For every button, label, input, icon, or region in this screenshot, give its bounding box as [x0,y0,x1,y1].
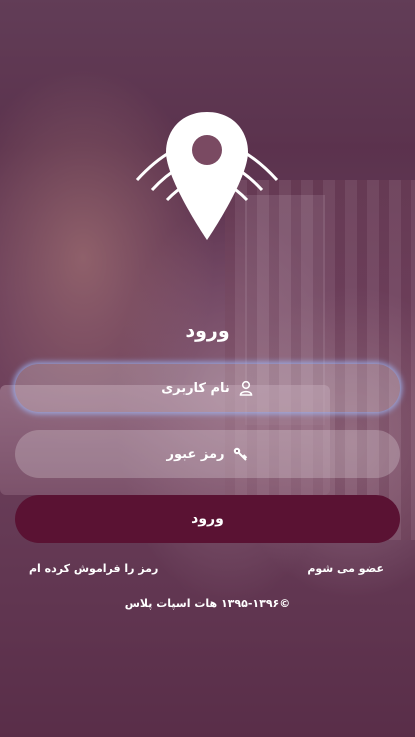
page-title: ورود [185,320,230,342]
location-pin-wifi-logo [135,112,279,240]
username-field[interactable]: نام کاربری [15,364,400,412]
password-placeholder: رمز عبور [166,446,225,462]
join-link[interactable]: عضو می شوم [307,562,384,575]
password-field[interactable]: رمز عبور [15,430,400,478]
copyright-text: ©۱۳۹۵-۱۳۹۶ هات اسپات پلاس [124,597,291,610]
forgot-password-link[interactable]: رمز را فراموش کرده ام [29,562,158,575]
login-button[interactable]: ورود [15,495,400,543]
user-icon [238,380,254,396]
key-icon [232,446,248,462]
login-screen: ورود نام کاربری رمز عبور ورود عضو می شوم… [0,0,415,737]
username-placeholder: نام کاربری [161,380,230,396]
